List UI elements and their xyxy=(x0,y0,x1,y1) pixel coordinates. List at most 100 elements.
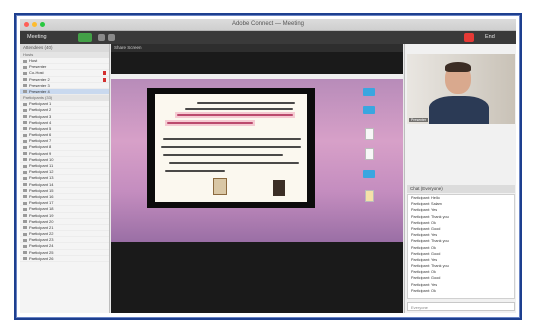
attendee-name: Participant 3 xyxy=(29,113,52,119)
person-body xyxy=(429,96,489,124)
person-icon xyxy=(23,176,27,180)
status-icon xyxy=(103,71,106,76)
text-line xyxy=(165,170,225,173)
attendee-name: Participant 21 xyxy=(29,224,54,230)
person-icon xyxy=(23,158,27,162)
participants-list: Participant 1 Participant 2 Participant 3P… xyxy=(20,101,109,262)
attendee-name: Participant 18 xyxy=(29,206,54,212)
attendee-name: Presenter 3 xyxy=(29,82,50,88)
person-icon xyxy=(23,90,27,94)
person-icon xyxy=(23,170,27,174)
attendee-name: Participant 26 xyxy=(29,255,54,261)
text-line xyxy=(167,122,253,125)
attendee-name: Participant 10 xyxy=(29,156,54,162)
status-icon xyxy=(103,77,106,82)
webcam-video: Presenter xyxy=(407,54,515,124)
attendee-name: Participant 16 xyxy=(29,193,54,199)
portrait-image xyxy=(213,178,227,195)
person-icon xyxy=(23,201,27,205)
attendee-name: Participant 14 xyxy=(29,181,54,187)
folder-icon xyxy=(363,170,375,178)
person-icon xyxy=(23,84,27,88)
handwritten-page xyxy=(155,94,307,202)
attendee-name: Participant 5 xyxy=(29,125,52,131)
text-line xyxy=(169,162,299,165)
share-button[interactable] xyxy=(78,33,92,42)
attendee-name: Participant 22 xyxy=(29,231,54,237)
attendee-name: Participant 9 xyxy=(29,150,52,156)
person-icon xyxy=(23,59,27,63)
folder-icon xyxy=(363,106,375,114)
attendee-name: Presenter 4 xyxy=(29,88,50,94)
chat-header: Chat (Everyone) xyxy=(407,185,515,193)
chat-log: Participant: Hello Participant: Salam Part… xyxy=(407,194,515,299)
person-icon xyxy=(23,102,27,106)
file-icon xyxy=(365,148,374,160)
mic-icon[interactable] xyxy=(98,34,105,41)
person-icon xyxy=(23,78,27,82)
attendee-name: Presenter xyxy=(29,64,47,70)
right-panel: Presenter Chat (Everyone) Participant: H… xyxy=(404,44,516,313)
person-icon xyxy=(23,183,27,187)
file-icon xyxy=(365,128,374,140)
person-icon xyxy=(23,238,27,242)
person-icon xyxy=(23,189,27,193)
attendee-name: Participant 19 xyxy=(29,212,54,218)
person-icon xyxy=(23,121,27,125)
person-icon xyxy=(23,108,27,112)
record-icon[interactable] xyxy=(464,33,474,42)
folder-icon xyxy=(363,88,375,96)
file-icon xyxy=(365,190,374,202)
attendee-name: Participant 23 xyxy=(29,237,54,243)
person-icon xyxy=(23,220,27,224)
person-hair xyxy=(445,62,471,72)
attendees-panel: Attendees (40) Hosts Host Presenter Co-Ho… xyxy=(20,44,110,313)
attendee-name: Co-Host xyxy=(29,70,44,76)
text-line xyxy=(197,102,295,105)
attendee-row[interactable]: Presenter 4 xyxy=(20,88,109,96)
attendee-name: Participant 2 xyxy=(29,107,52,113)
person-icon xyxy=(23,145,27,149)
attendee-name: Participant 17 xyxy=(29,200,54,206)
share-pod: Share Screen xyxy=(111,44,403,313)
window-title: Adobe Connect — Meeting xyxy=(231,21,305,27)
attendee-name: Participant 15 xyxy=(29,187,54,193)
attendee-name: Participant 8 xyxy=(29,144,52,150)
attendee-name: Participant 11 xyxy=(29,163,54,168)
attendee-name: Participant 25 xyxy=(29,249,54,255)
app-window: Adobe Connect — Meeting Meeting End Atte… xyxy=(20,19,516,313)
end-meeting-button[interactable]: End xyxy=(482,33,498,42)
attendee-name: Participant 13 xyxy=(29,175,54,181)
person-icon xyxy=(23,232,27,236)
person-icon xyxy=(23,139,27,143)
person-icon xyxy=(23,244,27,248)
chat-message: Participant: Ok xyxy=(411,288,436,293)
attendee-name: Participant 24 xyxy=(29,243,54,249)
person-icon xyxy=(23,152,27,156)
attendee-name: Participant 12 xyxy=(29,169,54,175)
person-icon xyxy=(23,214,27,217)
camera-icon[interactable] xyxy=(108,34,115,41)
meeting-menu[interactable]: Meeting xyxy=(24,33,50,42)
attendee-row[interactable]: Participant 26 xyxy=(20,256,109,262)
person-icon xyxy=(23,127,27,131)
attendee-name: Presenter 2 xyxy=(29,76,50,82)
hosts-list: Host Presenter xyxy=(20,58,109,71)
attendee-name: Participant 6 xyxy=(29,132,52,138)
person-icon xyxy=(23,71,27,75)
video-name-label: Presenter xyxy=(409,118,429,122)
attendee-name: Participant 7 xyxy=(29,138,52,144)
share-pod-header: Share Screen xyxy=(111,44,403,52)
text-line xyxy=(185,108,293,111)
person-icon xyxy=(23,133,27,137)
text-line xyxy=(163,138,301,141)
document-viewer xyxy=(147,88,315,208)
attendee-name: Participant 20 xyxy=(29,218,54,224)
text-line xyxy=(163,154,283,157)
person-icon xyxy=(23,226,27,230)
chat-input[interactable]: Everyone xyxy=(407,302,515,311)
person-icon xyxy=(23,257,27,261)
person-icon xyxy=(23,207,27,211)
attendees-header: Attendees (40) xyxy=(20,44,109,52)
person-icon xyxy=(23,164,27,168)
